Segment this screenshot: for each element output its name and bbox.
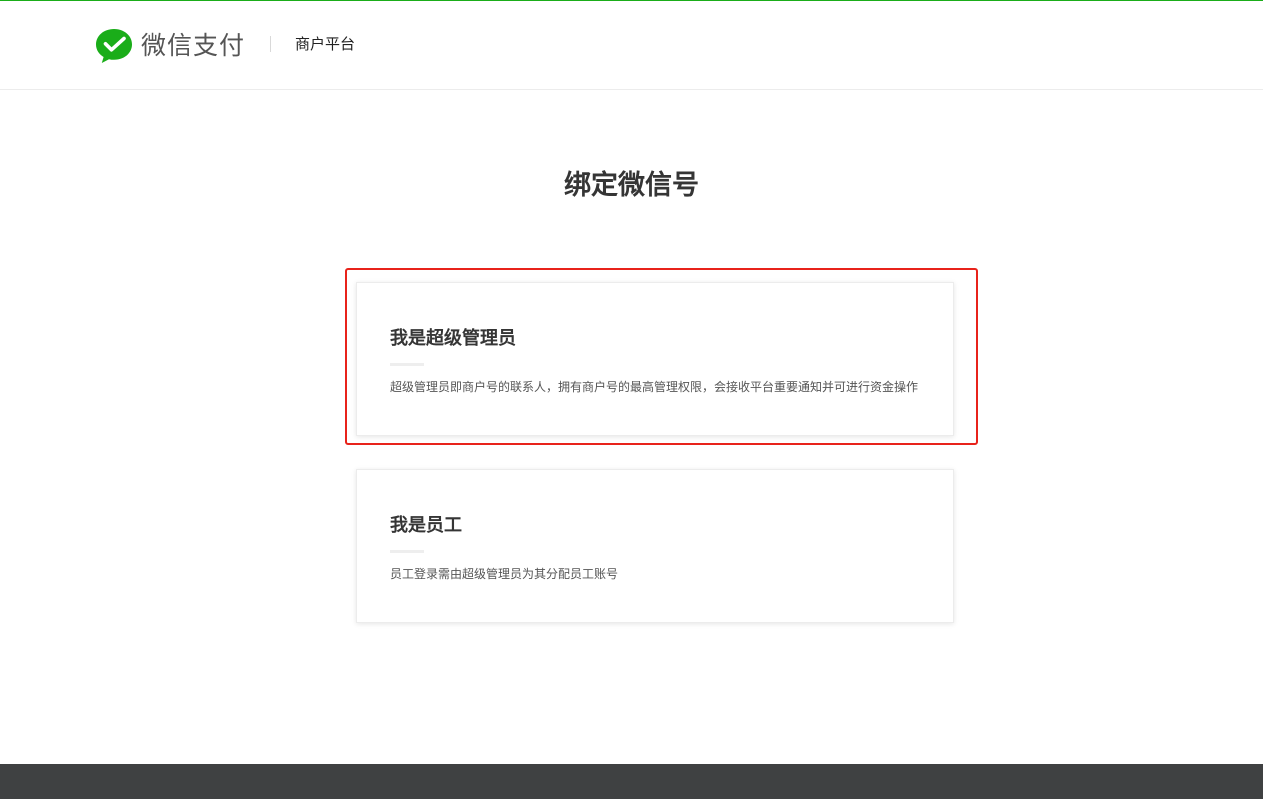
wechat-pay-logo[interactable]: 微信支付 xyxy=(95,28,245,64)
site-header: 微信支付 商户平台 xyxy=(0,1,1263,90)
header-divider xyxy=(270,36,271,52)
page-title: 绑定微信号 xyxy=(564,170,699,201)
site-footer xyxy=(0,764,1263,799)
staff-option-card[interactable]: 我是员工 员工登录需由超级管理员为其分配员工账号 xyxy=(356,469,954,623)
card-divider xyxy=(390,550,424,553)
wechat-pay-logo-icon xyxy=(96,29,132,63)
brand-text: 微信支付 xyxy=(141,31,246,60)
card-description: 超级管理员即商户号的联系人，拥有商户号的最高管理权限，会接收平台重要通知并可进行… xyxy=(390,380,919,394)
super-admin-option-card[interactable]: 我是超级管理员 超级管理员即商户号的联系人，拥有商户号的最高管理权限，会接收平台… xyxy=(356,282,954,436)
card-divider xyxy=(390,363,424,366)
card-title: 我是员工 xyxy=(390,515,462,536)
card-description: 员工登录需由超级管理员为其分配员工账号 xyxy=(390,567,619,581)
card-title: 我是超级管理员 xyxy=(390,328,516,349)
platform-label: 商户平台 xyxy=(295,35,356,53)
